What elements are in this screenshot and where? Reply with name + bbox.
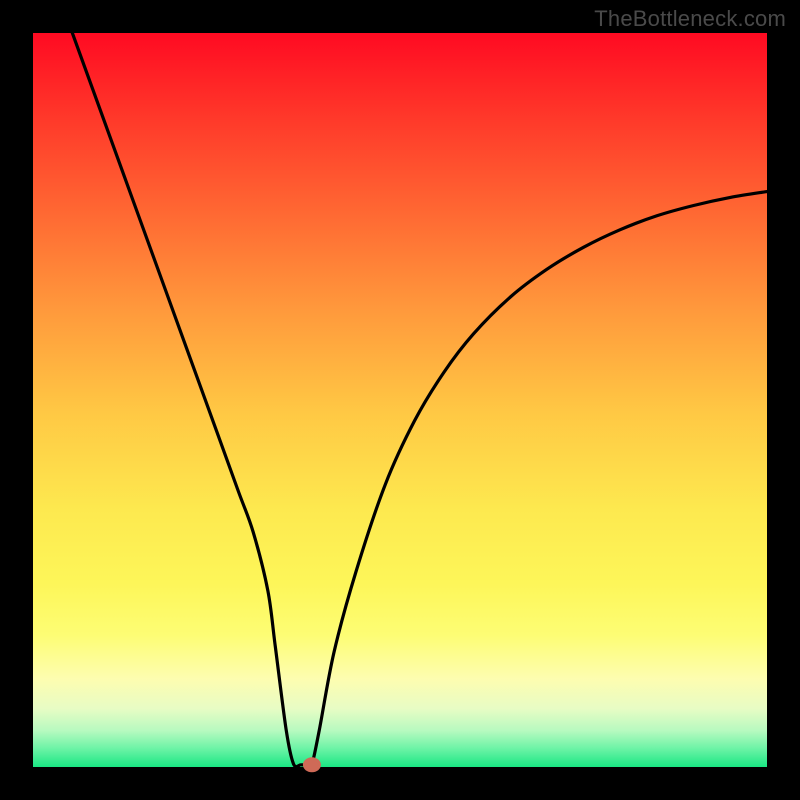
chart-svg [33, 33, 767, 767]
bottleneck-curve [70, 26, 767, 768]
minimum-marker [303, 757, 321, 772]
watermark-text: TheBottleneck.com [594, 6, 786, 32]
plot-area [33, 33, 767, 767]
chart-frame: TheBottleneck.com [0, 0, 800, 800]
